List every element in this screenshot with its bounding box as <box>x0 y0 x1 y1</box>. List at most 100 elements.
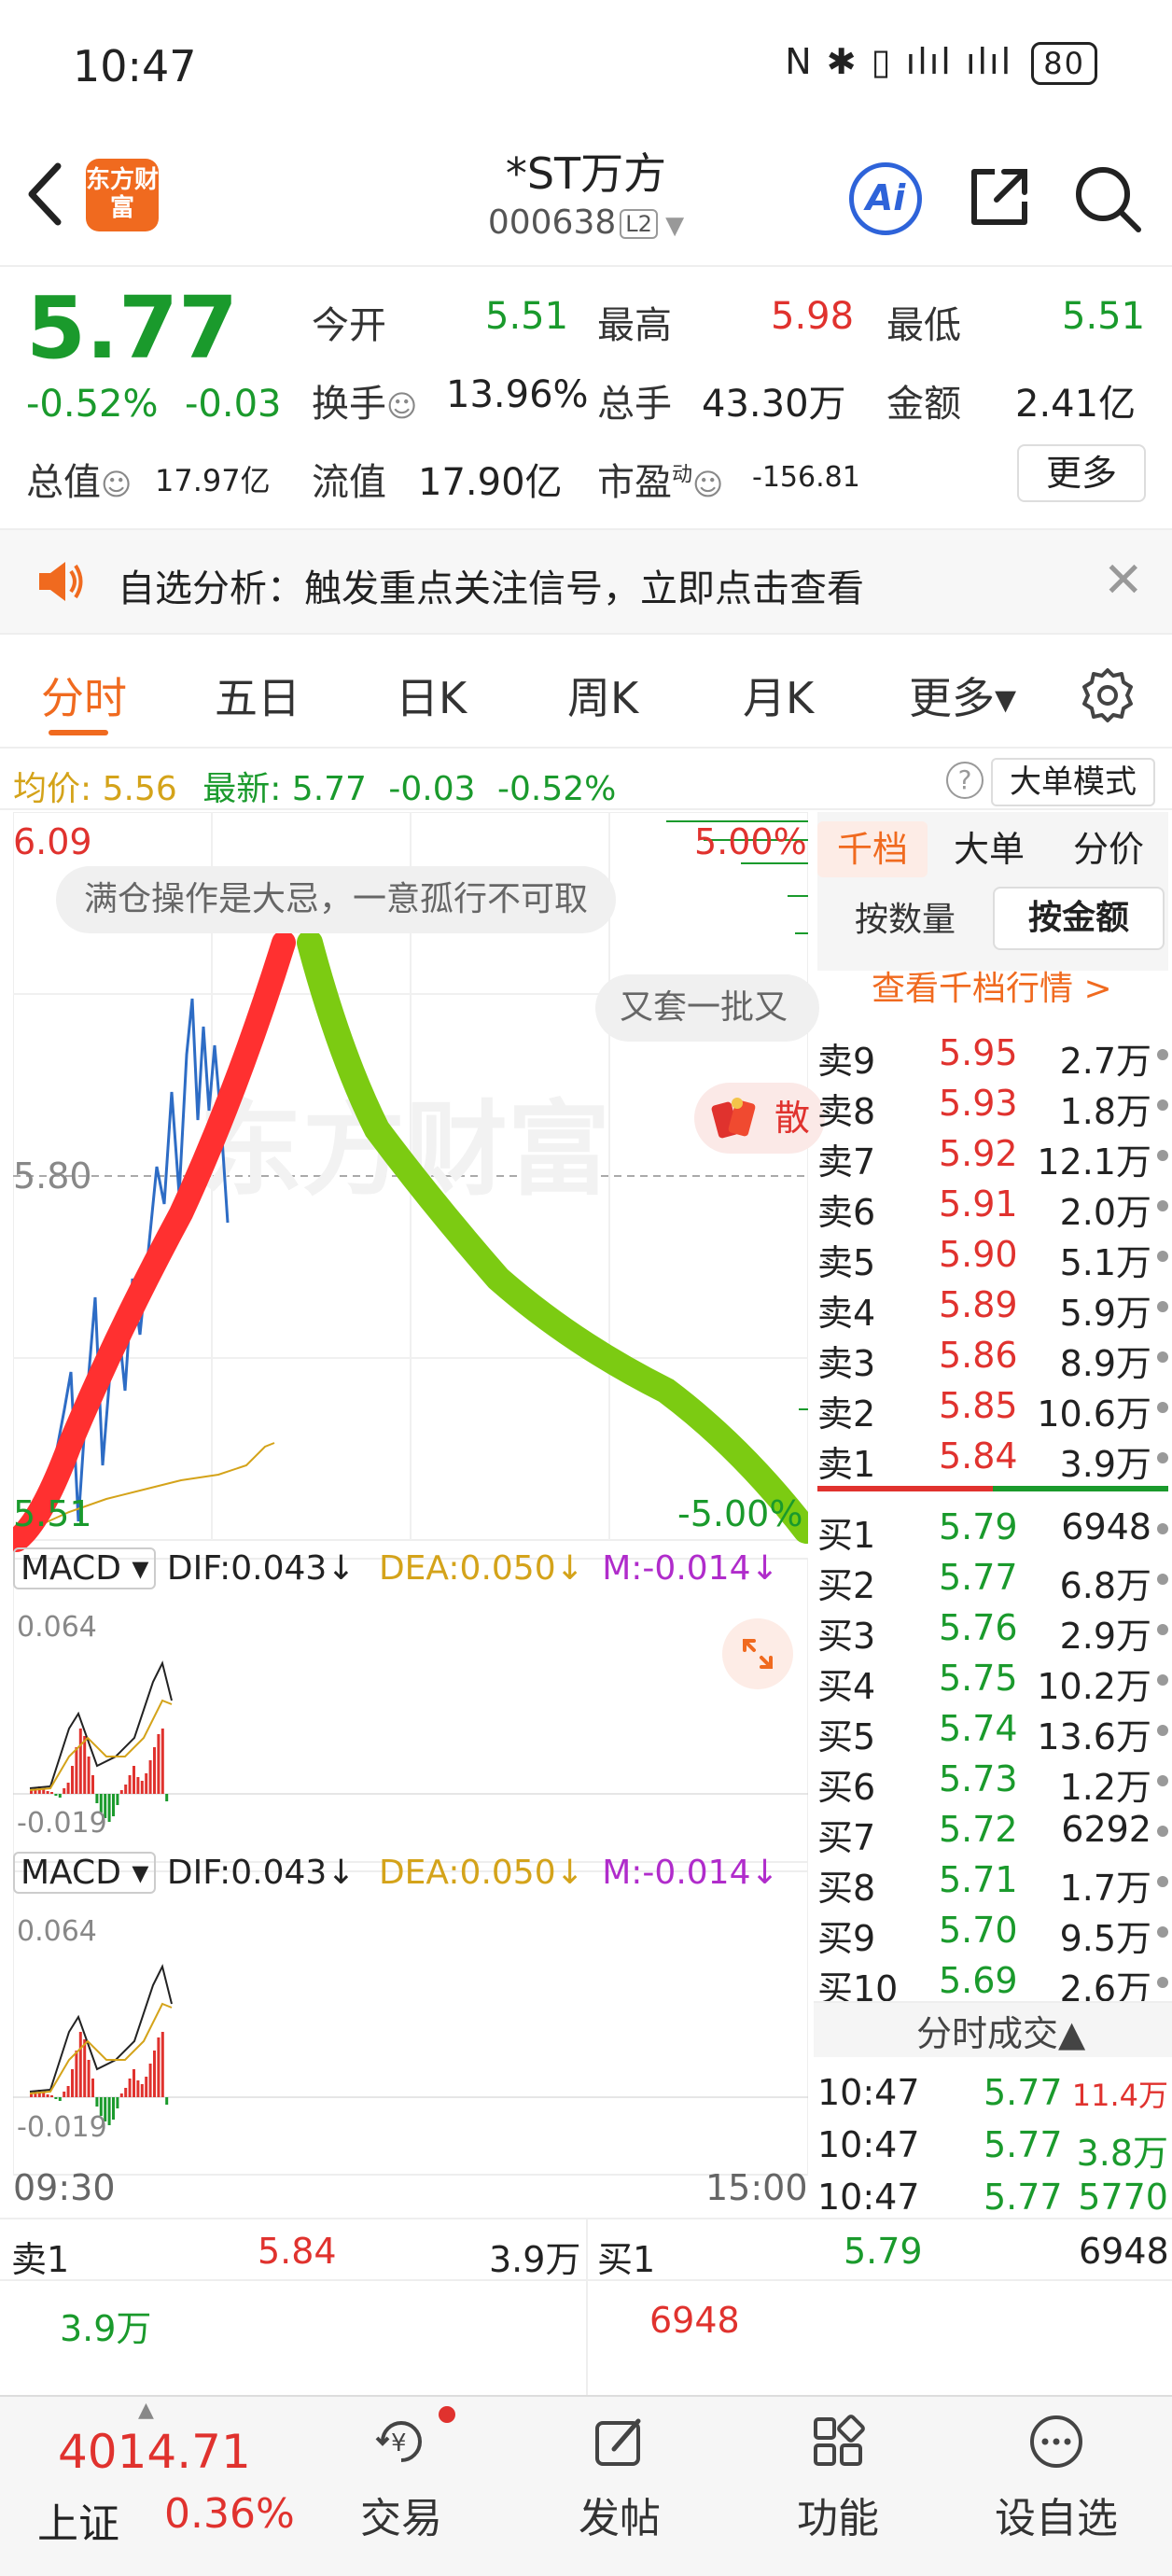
intraday-chart[interactable]: 东方财富 6.09 5.00% 5.80 5.51 -5.00% 满仓操作是大忌… <box>5 811 825 2212</box>
bid-row[interactable]: 买4 5.75 10.2万 <box>817 1658 1168 1707</box>
macd-bar <box>58 1794 62 1798</box>
tab-intraday[interactable]: 分时 <box>41 665 127 726</box>
macd-bar <box>46 1791 49 1794</box>
grid-icon <box>810 2414 866 2470</box>
macd-selector[interactable]: MACD ▾ <box>13 1547 157 1589</box>
tip-bubble-1[interactable]: 满仓操作是大忌，一意孤行不可取 <box>56 866 617 933</box>
chart-top-price: 6.09 <box>13 821 92 862</box>
nav-trade[interactable]: ¥ 交易 <box>317 2397 485 2576</box>
macd-bar <box>119 1790 123 1794</box>
bid-label: 买6 <box>817 1767 876 1808</box>
tip-bubble-2[interactable]: 又套一批又 <box>595 974 819 1042</box>
latest-pct: -0.52% <box>497 770 617 808</box>
high-label: 最高 <box>597 304 672 347</box>
bid-price: 5.70 <box>939 1910 1018 1951</box>
bid-label: 买1 <box>817 1515 876 1556</box>
turnover-label: 换手☺ <box>312 383 418 426</box>
nav-post[interactable]: 发帖 <box>536 2397 704 2576</box>
edit-icon <box>592 2414 648 2470</box>
bid-row[interactable]: 买10 5.69 2.6万 <box>817 1960 1168 2001</box>
tick-time: 10:47 <box>817 2072 920 2113</box>
macd-bar <box>133 1766 135 1794</box>
tick-volume: 5770 <box>1078 2177 1168 2218</box>
tick-time: 10:47 <box>817 2124 920 2165</box>
tab-daily[interactable]: 日K <box>396 665 467 726</box>
search-icon[interactable] <box>1073 164 1142 233</box>
macd-bar <box>128 2079 132 2097</box>
nav-add-watchlist[interactable]: 设自选 <box>972 2397 1140 2576</box>
chart-mid-price: 5.80 <box>13 1155 92 1197</box>
volume-label: 总手 <box>597 383 672 426</box>
latest-label: 最新: <box>202 770 282 808</box>
macd-selector[interactable]: MACD ▾ <box>13 1852 157 1894</box>
ai-icon[interactable]: Ai <box>849 162 922 235</box>
macd1-min: -0.019 <box>17 1807 107 1840</box>
bid-label: 买8 <box>817 1868 876 1909</box>
mktcap-value: 17.97亿 <box>155 463 271 498</box>
pe-label: 市盈动☺ <box>597 461 724 504</box>
order-book-panel: 千档 大单 分价 按数量 按金额 查看千档行情 > 卖9 5.95 2.7万 卖8 5.… <box>814 812 1172 2218</box>
macd-bar <box>83 2039 87 2097</box>
bid-volume: 13.6万 <box>1037 1716 1151 1757</box>
index-value: 4014.71 <box>58 2425 251 2479</box>
bid-price: 5.75 <box>939 1658 1018 1699</box>
change-amount: -0.03 <box>185 383 282 426</box>
bid-row[interactable]: 买1 5.79 6948 <box>817 1506 1168 1556</box>
bid-row[interactable]: 买8 5.71 1.7万 <box>817 1859 1168 1909</box>
macd-dea: DEA:0.050↓ <box>378 1549 584 1588</box>
macd-bar <box>91 1775 94 1794</box>
change-percent: -0.52% <box>26 383 159 426</box>
tab-weekly[interactable]: 周K <box>567 665 638 726</box>
nav-functions[interactable]: 功能 <box>754 2397 922 2576</box>
bid-label: 买2 <box>817 1565 876 1606</box>
bid-row[interactable]: 买7 5.72 6292 <box>817 1809 1168 1858</box>
clock: 10:47 <box>73 41 197 91</box>
info-icon[interactable]: ☺ <box>386 388 417 424</box>
index-ticker[interactable]: ▲ 4014.71 上证 0.36% <box>0 2397 317 2576</box>
latest-value: 5.77 <box>291 770 367 808</box>
time-end: 15:00 <box>705 2167 808 2208</box>
help-icon[interactable]: ? <box>946 762 984 799</box>
analysis-banner[interactable]: 自选分析：触发重点关注信号，立即点击查看 ✕ <box>0 528 1172 635</box>
bid-row[interactable]: 买9 5.70 9.5万 <box>817 1910 1168 1959</box>
speaker-icon <box>35 558 86 609</box>
macd-bar <box>50 2095 53 2097</box>
bottom-quote-bar: 卖1 5.84 3.9万 买1 5.79 6948 3.9万 6948 <box>0 2218 1172 2397</box>
close-icon[interactable]: ✕ <box>1103 553 1144 609</box>
big-order-mode-button[interactable]: 大单模式 <box>991 758 1155 806</box>
latest-change: -0.03 <box>388 770 476 808</box>
sell1-price: 5.84 <box>258 2231 337 2272</box>
bid-row[interactable]: 买3 5.76 2.9万 <box>817 1607 1168 1657</box>
amount-label: 金额 <box>886 383 961 426</box>
gear-icon[interactable] <box>1079 666 1137 728</box>
dot-icon <box>1157 1523 1168 1534</box>
bid-row[interactable]: 买6 5.73 1.2万 <box>817 1758 1168 1808</box>
macd-bar <box>165 2097 169 2105</box>
bid-row[interactable]: 买2 5.77 6.8万 <box>817 1557 1168 1606</box>
macd-bar <box>160 1729 164 1794</box>
tick-trades-header[interactable]: 分时成交▲ <box>916 2005 1085 2056</box>
turnover-value: 13.96% <box>446 373 589 416</box>
bid-volume: 1.2万 <box>1059 1767 1151 1808</box>
expand-icon[interactable] <box>722 1618 793 1689</box>
bid-row[interactable]: 买5 5.74 13.6万 <box>817 1708 1168 1757</box>
more-button[interactable]: 更多 <box>1017 444 1146 502</box>
macd-dif: DIF:0.043↓ <box>166 1854 356 1892</box>
low-value: 5.51 <box>1062 295 1146 338</box>
macd-header-1: MACD ▾ DIF:0.043↓ DEA:0.050↓ M:-0.014↓ <box>13 1547 808 1589</box>
tick-price: 5.77 <box>984 2124 1063 2165</box>
dot-icon <box>1157 1826 1168 1837</box>
time-start: 09:30 <box>13 2167 116 2208</box>
share-icon[interactable] <box>967 164 1032 230</box>
info-icon[interactable]: ☺ <box>101 467 132 502</box>
sell1-label: 卖1 <box>11 2239 70 2280</box>
macd-bar <box>87 1757 91 1794</box>
macd-bar <box>91 2079 94 2097</box>
tab-more[interactable]: 更多▾ <box>909 665 1016 726</box>
chart-top-pct: 5.00% <box>694 821 807 862</box>
index-pct: 0.36% <box>164 2490 295 2538</box>
macd-bar <box>107 1794 111 1822</box>
info-icon[interactable]: ☺ <box>692 467 723 502</box>
tab-5day[interactable]: 五日 <box>215 665 300 726</box>
tab-monthly[interactable]: 月K <box>743 665 814 726</box>
